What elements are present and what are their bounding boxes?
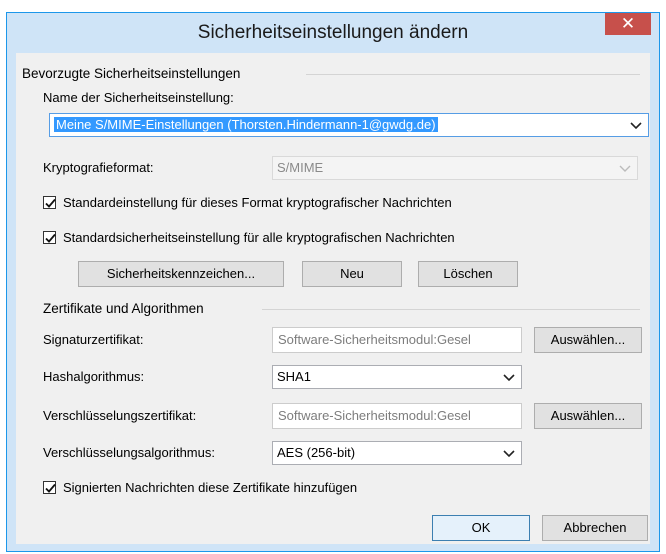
- ok-button[interactable]: OK: [432, 515, 530, 541]
- chevron-down-icon: [501, 444, 517, 462]
- hash-algorithm-label: Hashalgorithmus:: [43, 369, 145, 384]
- chevron-down-icon: [617, 159, 633, 177]
- setting-name-combo[interactable]: Meine S/MIME-Einstellungen (Thorsten.Hin…: [49, 113, 649, 137]
- choose-signing-cert-button[interactable]: Auswählen...: [534, 327, 642, 353]
- group-certs-label: Zertifikate und Algorithmen: [43, 301, 204, 316]
- dialog-body: Bevorzugte Sicherheitseinstellungen Name…: [16, 53, 650, 544]
- encryption-cert-label: Verschlüsselungszertifikat:: [43, 408, 197, 423]
- encryption-algorithm-select[interactable]: AES (256-bit): [272, 441, 522, 465]
- new-button[interactable]: Neu: [302, 261, 402, 287]
- setting-name-label: Name der Sicherheitseinstellung:: [43, 90, 234, 105]
- attach-certs-checkbox-row[interactable]: Signierten Nachrichten diese Zertifikate…: [43, 480, 503, 498]
- encryption-algorithm-label: Verschlüsselungsalgorithmus:: [43, 445, 215, 460]
- crypto-format-value: S/MIME: [277, 160, 324, 175]
- default-format-checkbox-row[interactable]: Standardeinstellung für dieses Format kr…: [43, 195, 563, 213]
- hash-algorithm-select[interactable]: SHA1: [272, 365, 522, 389]
- encryption-algorithm-value: AES (256-bit): [277, 445, 356, 460]
- group-preferred-settings-label: Bevorzugte Sicherheitseinstellungen: [22, 66, 241, 81]
- group-divider: [306, 74, 640, 75]
- default-all-checkbox[interactable]: [43, 231, 56, 244]
- signing-cert-label: Signaturzertifikat:: [43, 332, 144, 347]
- signing-cert-value: Software-Sicherheitsmodul:Gesel: [278, 332, 471, 347]
- dialog-window: Sicherheitseinstellungen ändern ✕ Bevorz…: [6, 12, 660, 552]
- crypto-format-select[interactable]: S/MIME: [272, 156, 638, 180]
- group-divider: [262, 309, 640, 310]
- chevron-down-icon: [501, 368, 517, 386]
- default-all-checkbox-label: Standardsicherheitseinstellung für alle …: [63, 230, 455, 245]
- chevron-down-icon[interactable]: [628, 116, 644, 134]
- cancel-button[interactable]: Abbrechen: [542, 515, 648, 541]
- attach-certs-checkbox[interactable]: [43, 481, 56, 494]
- setting-name-value: Meine S/MIME-Einstellungen (Thorsten.Hin…: [54, 117, 438, 132]
- encryption-cert-field[interactable]: Software-Sicherheitsmodul:Gesel: [272, 403, 522, 429]
- signing-cert-field[interactable]: Software-Sicherheitsmodul:Gesel: [272, 327, 522, 353]
- title-bar[interactable]: Sicherheitseinstellungen ändern ✕: [7, 13, 659, 53]
- crypto-format-label: Kryptografieformat:: [43, 160, 154, 175]
- encryption-cert-value: Software-Sicherheitsmodul:Gesel: [278, 408, 471, 423]
- attach-certs-checkbox-label: Signierten Nachrichten diese Zertifikate…: [63, 480, 358, 495]
- dialog-title: Sicherheitseinstellungen ändern: [197, 22, 469, 43]
- hash-algorithm-value: SHA1: [277, 369, 311, 384]
- delete-button[interactable]: Löschen: [418, 261, 518, 287]
- default-format-checkbox[interactable]: [43, 196, 56, 209]
- security-labels-button[interactable]: Sicherheitskennzeichen...: [78, 261, 284, 287]
- default-format-checkbox-label: Standardeinstellung für dieses Format kr…: [63, 195, 452, 210]
- default-all-checkbox-row[interactable]: Standardsicherheitseinstellung für alle …: [43, 230, 563, 248]
- close-button[interactable]: ✕: [605, 13, 651, 35]
- choose-encryption-cert-button[interactable]: Auswählen...: [534, 403, 642, 429]
- close-icon: ✕: [620, 14, 636, 33]
